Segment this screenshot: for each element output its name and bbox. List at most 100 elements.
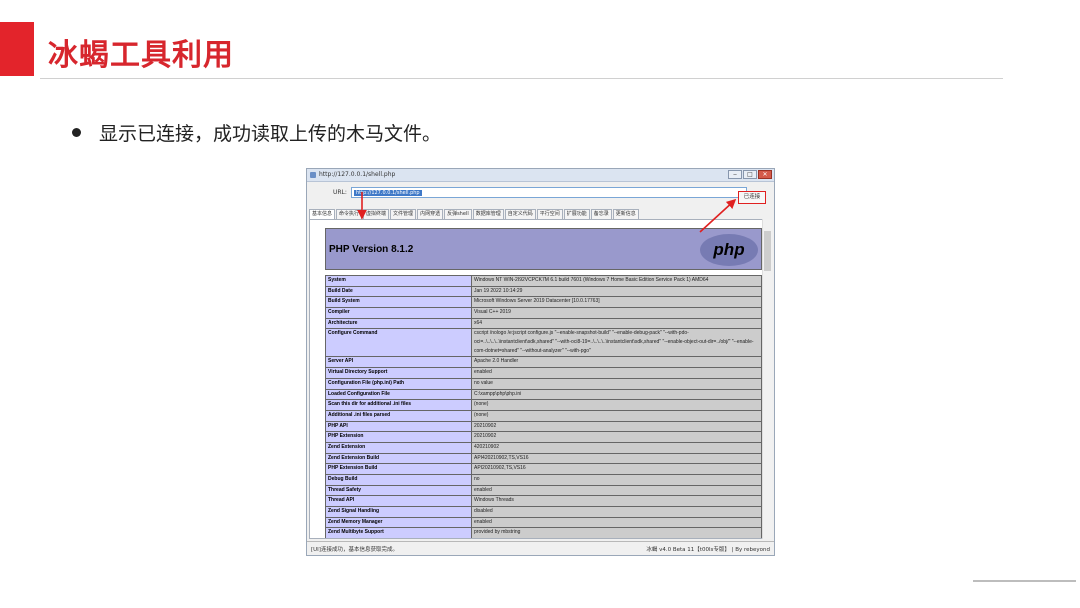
phpinfo-value: enabled — [471, 367, 762, 379]
phpinfo-value: Microsoft Windows Server 2019 Datacenter… — [471, 296, 762, 309]
phpinfo-value: 420210902 — [471, 441, 762, 454]
phpinfo-row: Zend Extension Build API420210902,TS,VS16 — [325, 452, 762, 465]
app-icon — [310, 172, 316, 178]
phpinfo-key: Zend Memory Manager — [325, 516, 472, 529]
phpinfo-value: enabled — [471, 516, 762, 529]
status-bar: [UI]连接成功，基本信息获取完成。 冰蝎 v4.0 Beta 11【t00ls… — [307, 541, 774, 555]
phpinfo-panel[interactable]: PHP Version 8.1.2 php System Windows NT W… — [309, 219, 764, 539]
phpinfo-key: Zend Extension — [325, 441, 472, 454]
phpinfo-key: Configuration File (php.ini) Path — [325, 377, 472, 390]
tab-command-exec[interactable]: 命令执行 — [336, 209, 363, 219]
phpinfo-key: Build System — [325, 296, 472, 309]
phpinfo-key: Debug Build — [325, 474, 472, 486]
phpinfo-row: PHP Extension 20210902 — [325, 431, 762, 443]
phpinfo-row: Additional .ini files parsed (none) — [325, 409, 762, 422]
phpinfo-row: Configuration File (php.ini) Path no valu… — [325, 377, 762, 390]
phpinfo-table: System Windows NT WIN-2I92VCPCK7M 6.1 bui… — [325, 275, 762, 538]
phpinfo-row: Loaded Configuration File C:\xampp\php\ph… — [325, 388, 762, 401]
php-version: PHP Version 8.1.2 — [329, 244, 414, 255]
phpinfo-row: Compiler Visual C++ 2019 — [325, 307, 762, 319]
status-message: [UI]连接成功，基本信息获取完成。 — [311, 547, 398, 553]
phpinfo-row: Virtual Directory Support enabled — [325, 367, 762, 379]
phpinfo-key: Thread Safety — [325, 484, 472, 497]
phpinfo-row: Build Date Jan 19 2022 10:14:29 — [325, 285, 762, 298]
tab-file-manager[interactable]: 文件管理 — [390, 209, 417, 219]
tab-intranet-tunnel[interactable]: 内网穿透 — [417, 209, 444, 219]
bullet-dot-icon — [72, 128, 81, 137]
phpinfo-key: Build Date — [325, 285, 472, 298]
tab-database[interactable]: 数据库管理 — [472, 209, 504, 219]
phpinfo-row: Debug Build no — [325, 474, 762, 486]
phpinfo-row: Zend Signal Handling disabled — [325, 506, 762, 518]
phpinfo-key: Thread API — [325, 495, 472, 508]
connection-status-button[interactable]: 已连接 — [738, 191, 766, 204]
phpinfo-key: PHP API — [325, 420, 472, 433]
phpinfo-value: no — [471, 474, 762, 486]
function-tabs: 基本信息 命令执行 虚拟终端 文件管理 内网穿透 反弹shell 数据库管理 自… — [309, 209, 640, 219]
window-titlebar: http://127.0.0.1/shell.php ‒ □ ✕ — [307, 169, 774, 182]
phpinfo-value: disabled — [471, 506, 762, 518]
phpinfo-row: Build System Microsoft Windows Server 201… — [325, 296, 762, 309]
tab-memo[interactable]: 备忘录 — [590, 209, 612, 219]
phpinfo-value: x64 — [471, 317, 762, 330]
phpinfo-row: Server API Apache 2.0 Handler — [325, 356, 762, 369]
phpinfo-value: API20210902,TS,VS16 — [471, 463, 762, 475]
minimize-button[interactable]: ‒ — [728, 170, 742, 179]
phpinfo-value: Windows Threads — [471, 495, 762, 508]
url-label: URL: — [333, 189, 347, 196]
phpinfo-row: System Windows NT WIN-2I92VCPCK7M 6.1 bui… — [325, 275, 762, 287]
author-text: By rebeyond — [735, 547, 770, 553]
footer-line — [973, 580, 1076, 582]
phpinfo-key: Zend Extension Build — [325, 452, 472, 465]
phpinfo-value: API420210902,TS,VS16 — [471, 452, 762, 465]
phpinfo-header: PHP Version 8.1.2 php — [325, 228, 762, 270]
tab-extensions[interactable]: 扩展功能 — [563, 209, 590, 219]
phpinfo-value: cscript /nologo /e:jscript configure.js … — [471, 328, 762, 358]
phpinfo-value: Windows NT WIN-2I92VCPCK7M 6.1 build 760… — [471, 275, 762, 287]
title-divider — [40, 78, 1003, 79]
phpinfo-row: Configure Command cscript /nologo /e:jscr… — [325, 328, 762, 358]
phpinfo-row: Scan this dir for additional .ini files(… — [325, 399, 762, 411]
phpinfo-row: PHP Extension Build API20210902,TS,VS16 — [325, 463, 762, 475]
behinder-window: http://127.0.0.1/shell.php ‒ □ ✕ URL: ht… — [306, 168, 775, 556]
maximize-button[interactable]: □ — [743, 170, 757, 179]
bullet-text: 显示已连接，成功读取上传的木马文件。 — [99, 123, 442, 145]
version-text: 冰蝎 v4.0 Beta 11【t00ls专版】 — [646, 547, 730, 553]
content-scrollbar[interactable] — [762, 219, 772, 539]
phpinfo-row: PHP API 20210902 — [325, 420, 762, 433]
title-accent-bar — [0, 22, 34, 76]
phpinfo-row: Thread API Windows Threads — [325, 495, 762, 508]
phpinfo-key: Additional .ini files parsed — [325, 409, 472, 422]
tab-custom-code[interactable]: 自定义代码 — [504, 209, 536, 219]
phpinfo-key: Server API — [325, 356, 472, 369]
phpinfo-key: Configure Command — [325, 328, 472, 358]
url-input[interactable]: http://127.0.0.1/shell.php — [351, 187, 747, 198]
phpinfo-row: Zend Memory Manager enabled — [325, 516, 762, 529]
window-title: http://127.0.0.1/shell.php — [319, 171, 396, 178]
phpinfo-key: Zend Multibyte Support — [325, 527, 472, 538]
phpinfo-key: System — [325, 275, 472, 287]
tab-virtual-terminal[interactable]: 虚拟终端 — [363, 209, 390, 219]
url-value: http://127.0.0.1/shell.php — [354, 190, 422, 196]
phpinfo-value: Jan 19 2022 10:14:29 — [471, 285, 762, 298]
phpinfo-value: 20210902 — [471, 420, 762, 433]
phpinfo-key: Virtual Directory Support — [325, 367, 472, 379]
phpinfo-key: PHP Extension Build — [325, 463, 472, 475]
url-row: URL: http://127.0.0.1/shell.php — [327, 187, 767, 199]
close-button[interactable]: ✕ — [758, 170, 772, 179]
phpinfo-value: enabled — [471, 484, 762, 497]
slide-title: 冰蝎工具利用 — [48, 38, 234, 73]
tab-update-info[interactable]: 更新信息 — [612, 209, 639, 219]
phpinfo-row: Architecture x64 — [325, 317, 762, 330]
phpinfo-value: C:\xampp\php\php.ini — [471, 388, 762, 401]
tab-parallel-space[interactable]: 平行空间 — [536, 209, 563, 219]
scrollbar-thumb[interactable] — [764, 231, 771, 271]
phpinfo-row: Thread Safety enabled — [325, 484, 762, 497]
tab-basic-info[interactable]: 基本信息 — [309, 209, 336, 219]
phpinfo-row: Zend Multibyte Support provided by mbstri… — [325, 527, 762, 538]
phpinfo-key: Compiler — [325, 307, 472, 319]
phpinfo-value: no value — [471, 377, 762, 390]
phpinfo-value: Visual C++ 2019 — [471, 307, 762, 319]
php-logo-icon: php — [700, 234, 758, 266]
tab-reverse-shell[interactable]: 反弹shell — [444, 209, 472, 219]
